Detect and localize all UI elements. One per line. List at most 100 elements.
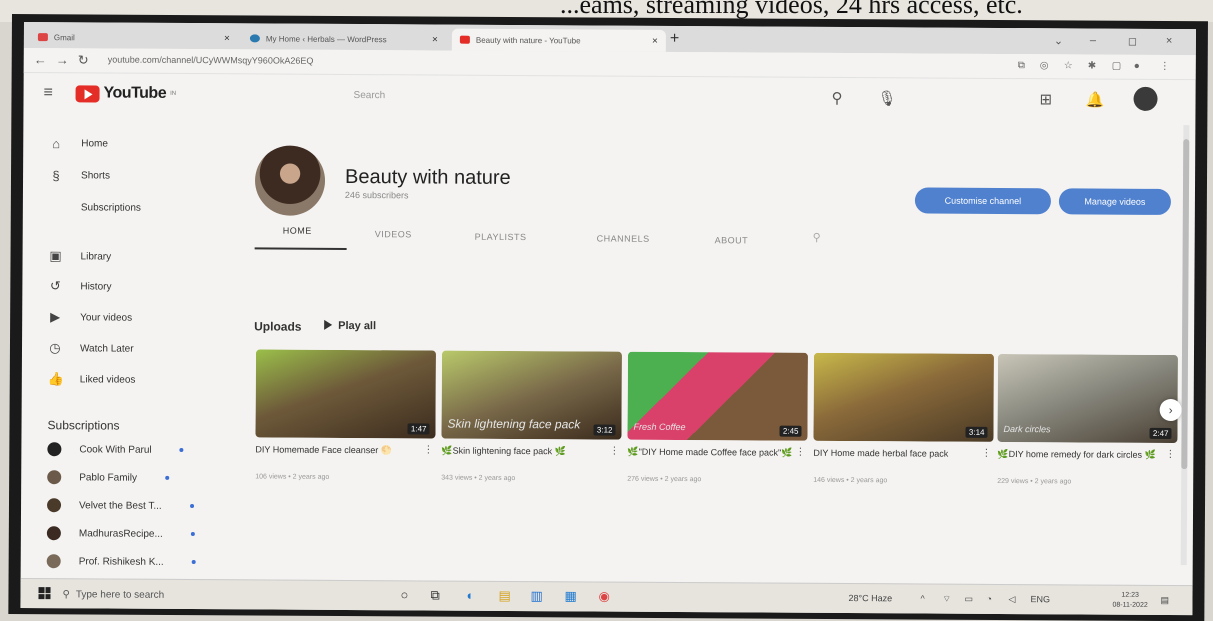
tab-about[interactable]: ABOUT: [715, 235, 749, 245]
file-explorer-icon[interactable]: ▤: [498, 588, 510, 604]
video-title[interactable]: 🌿Skin lightening face pack 🌿 ⋮: [441, 445, 621, 470]
video-thumbnail[interactable]: 1:47: [255, 349, 436, 438]
chrome-menu-icon[interactable]: ⋮: [1160, 61, 1170, 72]
more-options-icon[interactable]: ⋮: [795, 447, 805, 459]
tab-channels[interactable]: CHANNELS: [597, 234, 650, 244]
close-tab-icon[interactable]: ×: [652, 35, 658, 46]
video-thumbnail[interactable]: Dark circles 2:47: [997, 354, 1178, 443]
more-options-icon[interactable]: ⋮: [1165, 449, 1175, 461]
close-tab-icon[interactable]: ×: [432, 34, 438, 45]
microphone-icon[interactable]: 🎙: [877, 89, 896, 107]
video-title[interactable]: DIY Homemade Face cleanser 🌕 ⋮: [255, 443, 435, 468]
task-view-icon[interactable]: ⧉: [430, 587, 439, 603]
more-options-icon[interactable]: ⋮: [981, 448, 991, 460]
subscription-item[interactable]: Pablo Family: [47, 470, 169, 485]
tab-youtube[interactable]: Beauty with nature - YouTube ×: [452, 29, 666, 52]
weather-widget[interactable]: 28°C Haze: [848, 593, 892, 603]
show-hidden-icons-icon[interactable]: ^: [920, 593, 924, 603]
tab-search-icon[interactable]: ⌄: [1054, 34, 1063, 47]
home-icon: ⌂: [49, 136, 63, 151]
volume-icon[interactable]: ◁: [1008, 594, 1015, 605]
sidepanel-icon[interactable]: ▢: [1112, 61, 1122, 72]
bookmark-star-icon[interactable]: ☆: [1064, 60, 1073, 71]
video-card[interactable]: 3:14 DIY Home made herbal face pack ⋮ 14…: [813, 353, 994, 485]
notifications-bell-icon[interactable]: 🔔: [1085, 90, 1104, 108]
scrollbar-thumb[interactable]: [1181, 139, 1189, 469]
tab-home[interactable]: HOME: [283, 226, 312, 236]
subscription-item[interactable]: Cook With Parul: [47, 442, 183, 457]
forward-icon[interactable]: →: [56, 52, 69, 67]
sidebar-item-history[interactable]: ↺ History: [48, 278, 111, 294]
sidebar-item-your-videos[interactable]: ▶ Your videos: [48, 309, 132, 326]
wifi-icon[interactable]: ◔: [986, 594, 991, 604]
extensions-icon[interactable]: ✱: [1088, 60, 1096, 71]
more-options-icon[interactable]: ⋮: [423, 444, 433, 456]
video-card[interactable]: Fresh Coffee 2:45 🌿"DIY Home made Coffee…: [627, 352, 808, 484]
system-clock[interactable]: 12:23 08-11-2022: [1112, 591, 1147, 611]
subscription-item[interactable]: Prof. Rishikesh K...: [47, 554, 196, 569]
tab-videos[interactable]: VIDEOS: [375, 229, 412, 239]
windows-start-icon[interactable]: [38, 587, 50, 599]
youtube-logo[interactable]: YouTube IN: [76, 84, 177, 103]
video-title[interactable]: 🌿"DIY Home made Coffee face pack"🌿 ⋮: [627, 446, 807, 471]
video-title-text: 🌿DIY home remedy for dark circles 🌿: [997, 449, 1155, 460]
video-thumbnail[interactable]: 3:14: [813, 353, 994, 442]
clock-time: 12:23: [1112, 591, 1147, 601]
video-card[interactable]: 1:47 DIY Homemade Face cleanser 🌕 ⋮ 106 …: [255, 349, 436, 481]
create-video-icon[interactable]: ⊞: [1039, 90, 1052, 108]
video-thumbnail[interactable]: Fresh Coffee 2:45: [627, 352, 808, 441]
sidebar-item-liked-videos[interactable]: 👍 Liked videos: [48, 371, 136, 388]
more-options-icon[interactable]: ⋮: [609, 446, 619, 458]
video-title[interactable]: DIY Home made herbal face pack ⋮: [813, 447, 993, 472]
video-thumbnail[interactable]: Skin lightening face pack 3:12: [441, 351, 622, 440]
video-card[interactable]: Dark circles 2:47 🌿DIY home remedy for d…: [997, 354, 1178, 486]
customise-channel-button[interactable]: Customise channel: [915, 187, 1051, 214]
store-icon[interactable]: ▦: [564, 588, 576, 604]
logo-text: YouTube: [104, 84, 167, 102]
channel-search-icon[interactable]: ⚲: [813, 231, 821, 244]
tab-wordpress[interactable]: My Home ‹ Herbals — WordPress ×: [242, 27, 446, 50]
word-icon[interactable]: ▥: [530, 588, 542, 604]
new-content-dot: [191, 532, 195, 536]
edge-icon[interactable]: ◐: [466, 588, 474, 603]
back-icon[interactable]: ←: [34, 52, 47, 67]
google-lens-icon[interactable]: ◎: [1040, 60, 1049, 71]
network-icon[interactable]: ⌔: [942, 594, 951, 605]
battery-icon[interactable]: ▭: [964, 594, 973, 605]
video-duration: 2:47: [1150, 428, 1172, 439]
thumbnail-text: Dark circles: [1004, 424, 1051, 434]
scroll-right-chevron-icon[interactable]: ›: [1160, 399, 1182, 421]
close-window-button[interactable]: ×: [1166, 35, 1173, 47]
chrome-icon[interactable]: ◉: [598, 589, 609, 605]
subscription-item[interactable]: MadhurasRecipe...: [47, 526, 195, 541]
maximize-button[interactable]: ◻: [1128, 35, 1137, 48]
tab-playlists[interactable]: PLAYLISTS: [475, 232, 527, 242]
language-indicator[interactable]: ENG: [1030, 594, 1050, 604]
url-field[interactable]: youtube.com/channel/UCyWWMsqyY960OkA26EQ: [108, 55, 314, 66]
search-icon[interactable]: ⚲: [831, 89, 842, 107]
subscription-item[interactable]: Velvet the Best T...: [47, 498, 194, 513]
sidebar-item-home[interactable]: ⌂ Home: [49, 136, 108, 151]
search-input[interactable]: Search: [343, 84, 773, 111]
profile-icon[interactable]: ●: [1134, 61, 1140, 72]
account-avatar[interactable]: [1133, 87, 1157, 111]
reload-icon[interactable]: ↻: [78, 52, 89, 68]
sidebar-item-shorts[interactable]: § Shorts: [49, 168, 110, 183]
sidebar-item-subscriptions[interactable]: Subscriptions: [49, 202, 141, 214]
logo-region: IN: [170, 91, 176, 97]
hamburger-menu-icon[interactable]: ≡: [44, 84, 53, 102]
share-icon[interactable]: ⧉: [1018, 60, 1025, 71]
manage-videos-button[interactable]: Manage videos: [1059, 188, 1171, 215]
new-tab-button[interactable]: +: [670, 30, 679, 48]
notifications-icon[interactable]: ▤: [1160, 595, 1169, 606]
minimize-button[interactable]: –: [1090, 35, 1096, 47]
taskbar-search-input[interactable]: ⚲ Type here to search: [62, 583, 282, 606]
play-all-button[interactable]: Play all: [324, 320, 376, 332]
cortana-icon[interactable]: ○: [400, 587, 408, 602]
sidebar-item-library[interactable]: ▣ Library: [49, 248, 112, 264]
tab-gmail[interactable]: Gmail ×: [30, 26, 238, 49]
close-tab-icon[interactable]: ×: [224, 33, 230, 44]
sidebar-item-watch-later[interactable]: ◷ Watch Later: [48, 340, 134, 357]
video-card[interactable]: Skin lightening face pack 3:12 🌿Skin lig…: [441, 351, 622, 483]
video-title[interactable]: 🌿DIY home remedy for dark circles 🌿 ⋮: [997, 448, 1177, 473]
